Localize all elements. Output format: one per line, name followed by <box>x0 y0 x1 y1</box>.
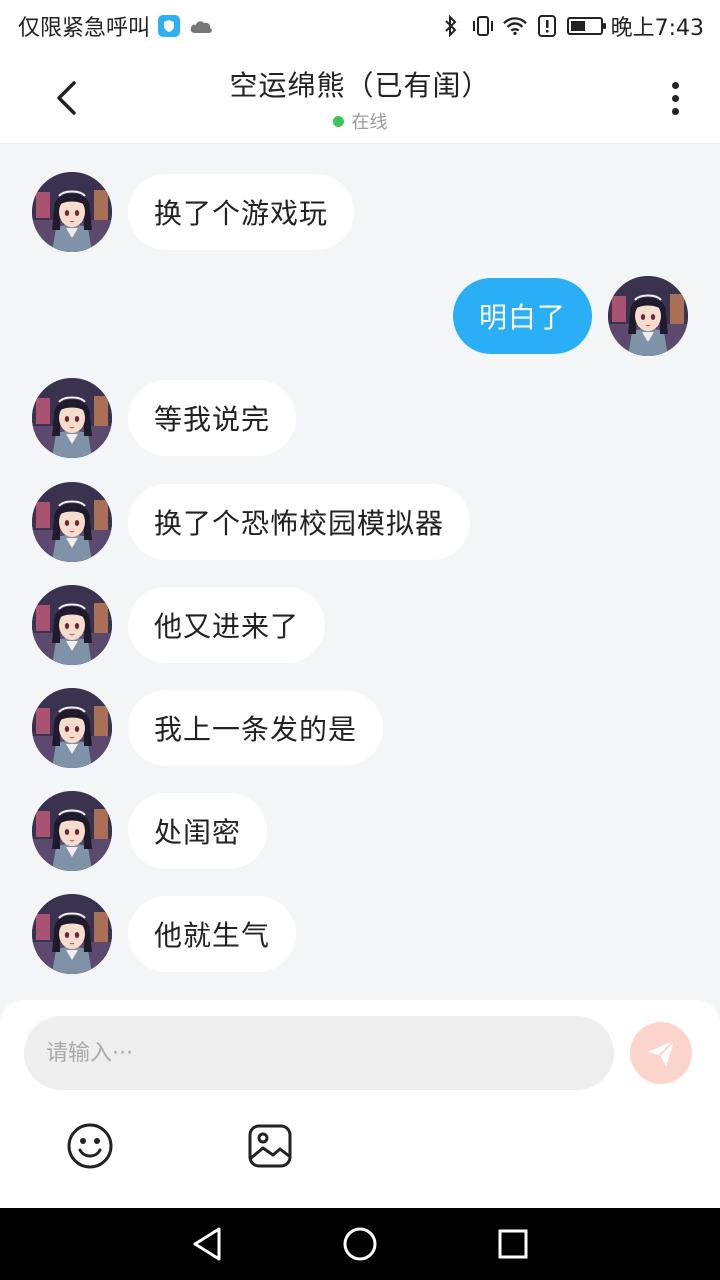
image-button[interactable] <box>246 1122 294 1170</box>
avatar[interactable] <box>32 378 112 458</box>
page-title: 空运绵熊（已有闺） <box>229 69 491 102</box>
message-row: 他就生气 <box>32 894 297 974</box>
square-recents-icon <box>498 1229 528 1259</box>
avatar[interactable] <box>32 482 112 562</box>
more-dot-icon <box>671 94 679 102</box>
message-bubble[interactable]: 他就生气 <box>128 896 297 972</box>
message-bubble[interactable]: 处闺密 <box>128 793 268 869</box>
cloud-icon <box>190 21 212 33</box>
online-dot-icon <box>332 115 344 127</box>
vibrate-icon <box>471 15 495 37</box>
status-bar: 仅限紧急呼叫 晚上7:43 <box>0 0 720 52</box>
message-row: 换了个游戏玩 <box>32 172 355 252</box>
more-dot-icon <box>671 107 679 115</box>
send-icon <box>648 1040 675 1066</box>
nav-back-button[interactable] <box>187 1224 227 1264</box>
shield-icon <box>158 15 181 37</box>
carrier-text: 仅限紧急呼叫 <box>18 16 151 41</box>
avatar[interactable] <box>32 894 112 974</box>
wifi-icon <box>502 15 527 37</box>
chat-screen: 仅限紧急呼叫 晚上7:43 空运绵熊（已有闺） 在线 换了个游戏玩 明白了 等我… <box>0 0 720 1280</box>
chat-header: 空运绵熊（已有闺） 在线 <box>0 52 720 144</box>
send-button[interactable] <box>630 1022 692 1084</box>
more-dot-icon <box>671 81 679 89</box>
nav-recents-button[interactable] <box>493 1224 533 1264</box>
message-bubble[interactable]: 我上一条发的是 <box>128 690 384 766</box>
title-block: 空运绵熊（已有闺） 在线 <box>0 64 720 134</box>
message-bubble[interactable]: 换了个游戏玩 <box>128 174 355 250</box>
system-nav-bar <box>0 1208 720 1280</box>
nav-home-button[interactable] <box>340 1224 380 1264</box>
clock: 晚上7:43 <box>610 16 704 41</box>
avatar[interactable] <box>32 585 112 665</box>
emoji-button[interactable] <box>66 1122 114 1170</box>
image-icon <box>248 1124 292 1168</box>
avatar[interactable] <box>32 688 112 768</box>
message-input[interactable] <box>24 1016 614 1090</box>
avatar[interactable] <box>32 172 112 252</box>
battery-icon <box>566 17 606 35</box>
message-row: 他又进来了 <box>32 585 326 665</box>
alert-icon <box>535 15 559 37</box>
message-bubble[interactable]: 他又进来了 <box>128 587 326 663</box>
smiley-icon <box>67 1123 113 1169</box>
bluetooth-icon <box>439 15 463 37</box>
circle-home-icon <box>343 1227 377 1261</box>
message-bubble[interactable]: 等我说完 <box>128 380 297 456</box>
online-status-text: 在线 <box>351 112 388 133</box>
message-row: 我上一条发的是 <box>32 688 384 768</box>
message-row: 明白了 <box>452 276 688 356</box>
status-bar-left: 仅限紧急呼叫 <box>18 10 214 42</box>
message-list[interactable]: 换了个游戏玩 明白了 等我说完 换了个恐怖校园模拟器 他又进来了 我上一条发的是… <box>0 144 720 1000</box>
message-row: 等我说完 <box>32 378 297 458</box>
message-bubble[interactable]: 明白了 <box>452 278 592 354</box>
online-status: 在线 <box>332 108 388 134</box>
avatar[interactable] <box>608 276 688 356</box>
message-bubble[interactable]: 换了个恐怖校园模拟器 <box>128 484 471 560</box>
triangle-back-icon <box>193 1227 221 1261</box>
more-options-button[interactable] <box>660 76 690 120</box>
status-bar-right: 晚上7:43 <box>439 10 704 42</box>
message-row: 处闺密 <box>32 791 268 871</box>
avatar[interactable] <box>32 791 112 871</box>
composer <box>0 1000 720 1208</box>
message-row: 换了个恐怖校园模拟器 <box>32 482 471 562</box>
